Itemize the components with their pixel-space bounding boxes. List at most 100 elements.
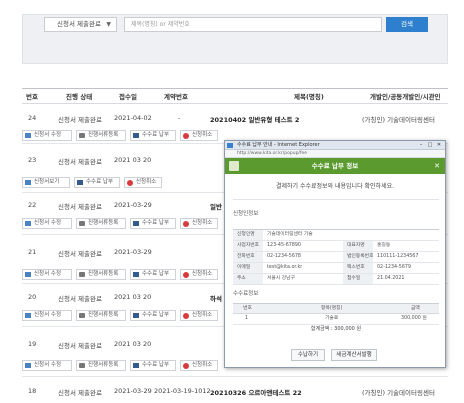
header-developer: 개발인/공동개발인/시관인 [370,93,441,101]
pay-button[interactable]: 수납하기 [291,349,325,361]
edit-icon [25,133,31,138]
table-header: 번호 진행 상태 접수일 계약번호 제목(명칭) 개발인/공동개발인/시관인 [22,88,448,104]
row-status: 신청서 제출완료 [58,342,102,350]
row-divider [22,376,448,377]
pay-fee-button[interactable]: 수수료 납부 [130,360,176,371]
row-number: 23 [28,156,37,164]
cancel-application-button[interactable]: 신청취소 [180,269,218,280]
view-application-button[interactable]: 신청서보기 [22,177,70,188]
search-input[interactable]: 제목(명칭) or 제약번호 [124,17,382,32]
card-icon [77,180,83,185]
row-status: 신청서 제출완료 [58,158,102,166]
value: 02-1234-5678 [267,254,301,259]
value: 110111-1234567 [377,254,419,259]
row-title[interactable]: 하석 [210,293,222,303]
cancel-application-button[interactable]: 신청취소 [180,360,218,371]
pay-fee-label: 수수료 납부 [86,179,114,185]
window-close-icon[interactable]: ✕ [435,142,443,148]
popup-header: 수수료 납부 정보 ✕ [225,158,445,174]
cancel-application-button[interactable]: 신청취소 [180,310,218,321]
edit-icon [25,221,31,226]
row-title[interactable]: 20210326 으르아앤테스트 22 [210,387,302,397]
fee-header-amount: 금액 [411,306,420,311]
register-docs-button[interactable]: 진행서류등록 [76,310,126,321]
edit-application-button[interactable]: 신청서 수정 [22,218,72,229]
row-date: 2021 03 20 [114,340,152,348]
header-title: 제목(명칭) [294,93,324,101]
card-icon [133,133,139,138]
fee-section-title: 수수료정보 [233,291,259,297]
search-button[interactable]: 검색 [386,17,428,32]
register-docs-button[interactable]: 진행서류등록 [76,130,126,141]
fee-total: 합계금액 : 300,000 원 [310,326,362,332]
print-icon [79,363,85,368]
address-bar[interactable]: http://www.kita.or.kr/popup/fee [225,150,445,158]
register-docs-button[interactable]: 진행서류등록 [76,218,126,229]
label: 팩스번호 [343,263,373,273]
fee-table-header: 번호 항목(명칭) 금액 [233,304,439,314]
row-number: 21 [28,248,37,256]
maximize-icon[interactable]: □ [426,142,434,148]
cancel-application-button[interactable]: 신청취소 [124,177,162,188]
applicant-section-title: 신청인정보 [233,211,259,217]
cancel-application-label: 신청취소 [192,362,213,368]
edit-application-button[interactable]: 신청서 수정 [22,310,72,321]
pay-fee-label: 수수료 납부 [142,220,170,226]
edit-application-label: 신청서 수정 [34,220,62,226]
edit-application-button[interactable]: 신청서 수정 [22,360,72,371]
popup-notice: 결제하기 수수료정보와 내용입니다 확인하세요. [275,183,395,190]
row-developer: (가칭인) 기술데이터링센터 [362,389,435,397]
row-number: 22 [28,201,37,209]
cancel-application-label: 신청취소 [136,179,157,185]
popup-close-icon[interactable]: ✕ [434,158,440,174]
pay-fee-button[interactable]: 수수료 납부 [130,269,176,280]
pay-fee-button[interactable]: 수수료 납부 [130,130,176,141]
label: 대표자명 [343,241,373,251]
register-docs-button[interactable]: 진행서류등록 [76,269,126,280]
pay-fee-label: 수수료 납부 [142,132,170,138]
fee-row-no: 1 [245,316,249,321]
edit-application-button[interactable]: 신청서 수정 [22,269,72,280]
row-date: 2021-03-29 [114,201,152,209]
popup-window-titlebar: 수수료 납부 안내 - Internet Explorer – □ ✕ [225,141,445,150]
row-title[interactable]: 일반 [210,201,222,211]
cancel-application-button[interactable]: 신청취소 [180,130,218,141]
edit-application-label: 신청서 수정 [34,132,62,138]
fee-row: 1 기술료 300,000 원 [233,314,439,325]
cancel-icon [183,363,189,369]
value: 홍길동 [377,243,391,248]
row-contract: - [178,114,181,122]
register-docs-button[interactable]: 진행서류등록 [76,360,126,371]
row-date: 2021-03-29 [114,387,152,395]
pay-fee-button[interactable]: 수수료 납부 [130,218,176,229]
row-developer: (가칭인) 기술데이터링센터 [362,116,435,124]
divider [233,199,439,200]
popup-title: 수수료 납부 정보 [311,162,359,170]
pay-fee-label: 수수료 납부 [142,362,170,368]
card-icon [133,272,139,277]
cancel-application-label: 신청취소 [192,271,213,277]
value: test@kita.or.kr [267,265,303,270]
issue-invoice-button[interactable]: 세금계산서발행 [331,349,377,361]
value: 서울시 강남구 [267,276,296,281]
print-icon [79,221,85,226]
minimize-icon[interactable]: – [417,142,425,148]
row-status: 신청서 제출완료 [58,203,102,211]
register-docs-label: 진행서류등록 [88,312,119,318]
cancel-icon [127,180,133,186]
row-contract: 2021-03-19-1012 [154,387,211,395]
pay-fee-button[interactable]: 수수료 납부 [130,310,176,321]
cancel-application-label: 신청취소 [192,220,213,226]
row-status: 신청서 제출완료 [58,295,102,303]
cancel-icon [183,313,189,319]
row-status: 신청서 제출완료 [58,389,102,397]
row-number: 19 [28,340,37,348]
label: 접수일 [343,274,373,284]
label: 전화번호 [233,252,263,262]
cancel-icon [183,133,189,139]
status-select[interactable]: 신청서 제출완료 ▼ [44,17,117,32]
edit-application-button[interactable]: 신청서 수정 [22,130,72,141]
cancel-application-button[interactable]: 신청취소 [180,218,218,229]
pay-fee-button[interactable]: 수수료 납부 [74,177,120,188]
row-title[interactable]: 20210402 일반유형 테스트 2 [210,114,299,124]
